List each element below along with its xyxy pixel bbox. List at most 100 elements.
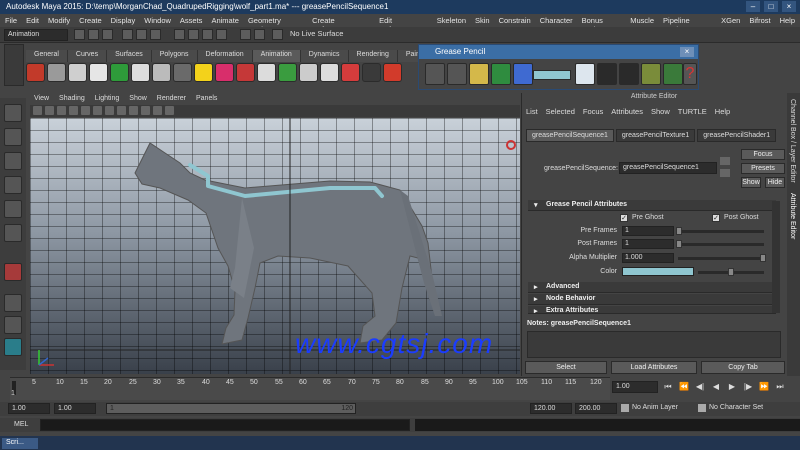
shelf-torus-icon[interactable] bbox=[320, 63, 339, 82]
shelf-sphere-green-icon[interactable] bbox=[110, 63, 129, 82]
shelf-vis-icon[interactable] bbox=[362, 63, 381, 82]
anim-end-field[interactable]: 200.00 bbox=[575, 403, 617, 414]
vp-resolution-icon[interactable] bbox=[153, 106, 162, 115]
menu-constrain[interactable]: Constrain bbox=[499, 16, 531, 25]
taskbar-script-editor-item[interactable]: Scri... bbox=[2, 438, 38, 449]
anim-start-field[interactable]: 1.00 bbox=[8, 403, 50, 414]
alpha-multiplier-slider[interactable] bbox=[678, 257, 764, 260]
ae-select-button[interactable]: Select bbox=[525, 361, 607, 374]
shelf-texture-icon[interactable] bbox=[236, 63, 255, 82]
vp-camera-icon[interactable] bbox=[33, 106, 42, 115]
post-frames-slider[interactable] bbox=[678, 243, 764, 246]
alpha-multiplier-field[interactable]: 1.000 bbox=[622, 253, 674, 263]
menu-bifrost[interactable]: Bifrost bbox=[749, 16, 770, 25]
gp-ghost-icon[interactable] bbox=[641, 63, 661, 85]
select-tool-icon[interactable] bbox=[4, 104, 22, 122]
shelf-tab-surfaces[interactable]: Surfaces bbox=[107, 50, 152, 62]
vp-menu-shading[interactable]: Shading bbox=[59, 95, 85, 105]
menu-animate[interactable]: Animate bbox=[211, 16, 239, 25]
shelf-tab-dynamics[interactable]: Dynamics bbox=[300, 50, 349, 62]
vp-menu-view[interactable]: View bbox=[34, 95, 49, 105]
gp-frame-marker-icon[interactable] bbox=[506, 140, 516, 150]
snap-grid-icon[interactable] bbox=[174, 29, 185, 40]
grease-pencil-close-button[interactable]: × bbox=[680, 47, 694, 57]
mel-label[interactable]: MEL bbox=[14, 421, 28, 428]
render-icon[interactable] bbox=[254, 29, 265, 40]
menu-create-deformers[interactable]: Create Deformers bbox=[312, 16, 370, 34]
gp-color-swatch[interactable] bbox=[533, 70, 571, 80]
menu-modify[interactable]: Modify bbox=[48, 16, 70, 25]
vp-texture-icon[interactable] bbox=[93, 106, 102, 115]
color-swatch[interactable] bbox=[622, 267, 694, 276]
ae-menu-turtle[interactable]: TURTLE bbox=[678, 107, 707, 116]
menu-muscle[interactable]: Muscle bbox=[630, 16, 654, 25]
gp-next-frame-icon[interactable] bbox=[619, 63, 639, 85]
section-advanced[interactable]: ▸ Advanced bbox=[528, 282, 776, 293]
gp-import-icon[interactable] bbox=[447, 63, 467, 85]
last-tool-icon[interactable] bbox=[4, 263, 22, 281]
pre-frames-slider[interactable] bbox=[678, 230, 764, 233]
go-to-end-icon[interactable]: ⏭ bbox=[774, 381, 786, 393]
rotate-tool-icon[interactable] bbox=[4, 200, 22, 218]
shelf-light-icon[interactable] bbox=[194, 63, 213, 82]
single-pane-icon[interactable] bbox=[4, 294, 22, 312]
post-frames-slider-knob[interactable] bbox=[676, 240, 682, 248]
gp-ghost-post-icon[interactable] bbox=[663, 63, 683, 85]
select-component-icon[interactable] bbox=[150, 29, 161, 40]
shelf-green-icon[interactable] bbox=[278, 63, 297, 82]
vp-shadow-icon[interactable] bbox=[117, 106, 126, 115]
menu-bonus-tools[interactable]: Bonus Tools bbox=[582, 16, 622, 34]
shelf-paint-icon[interactable] bbox=[26, 63, 45, 82]
ae-load-attributes-button[interactable]: Load Attributes bbox=[611, 361, 697, 374]
shelf-sphere-light-icon[interactable] bbox=[89, 63, 108, 82]
snap-curve-icon[interactable] bbox=[188, 29, 199, 40]
ae-show-button[interactable]: Show bbox=[741, 177, 761, 188]
magnet-icon[interactable] bbox=[272, 29, 283, 40]
color-slider-knob[interactable] bbox=[728, 268, 734, 276]
mel-command-input[interactable] bbox=[40, 419, 410, 431]
snap-point-icon[interactable] bbox=[202, 29, 213, 40]
menu-xgen[interactable]: XGen bbox=[721, 16, 740, 25]
time-slider[interactable]: 1 5 10 15 20 25 30 35 40 45 50 55 60 65 … bbox=[10, 377, 610, 400]
outliner-icon[interactable] bbox=[4, 338, 22, 356]
four-pane-icon[interactable] bbox=[4, 316, 22, 334]
move-tool-icon[interactable] bbox=[4, 176, 22, 194]
vp-menu-panels[interactable]: Panels bbox=[196, 95, 217, 105]
gp-add-frame-icon[interactable] bbox=[425, 63, 445, 85]
vp-menu-renderer[interactable]: Renderer bbox=[157, 95, 186, 105]
save-scene-icon[interactable] bbox=[102, 29, 113, 40]
menu-assets[interactable]: Assets bbox=[180, 16, 203, 25]
ae-menu-show[interactable]: Show bbox=[651, 107, 670, 116]
ae-menu-selected[interactable]: Selected bbox=[546, 107, 575, 116]
gp-marker-icon[interactable] bbox=[491, 63, 511, 85]
vp-xray-icon[interactable] bbox=[129, 106, 138, 115]
post-frames-field[interactable]: 1 bbox=[622, 239, 674, 249]
maximize-button[interactable]: □ bbox=[764, 1, 778, 12]
shelf-sphere-shaded-icon[interactable] bbox=[131, 63, 150, 82]
scale-tool-icon[interactable] bbox=[4, 224, 22, 242]
menu-edit[interactable]: Edit bbox=[26, 16, 39, 25]
shelf-tab-rendering[interactable]: Rendering bbox=[348, 50, 398, 62]
ae-tab-texture[interactable]: greasePencilTexture1 bbox=[615, 129, 696, 142]
play-forward-icon[interactable]: ▶ bbox=[726, 381, 738, 393]
gp-pencil-icon[interactable] bbox=[469, 63, 489, 85]
ae-notes-field[interactable] bbox=[527, 331, 781, 358]
ae-tab-shader[interactable]: greasePencilShader1 bbox=[697, 129, 777, 142]
playback-end-field[interactable]: 120.00 bbox=[530, 403, 572, 414]
shelf-tab-deformation[interactable]: Deformation bbox=[197, 50, 253, 62]
grease-pencil-title[interactable]: Grease Pencil bbox=[419, 45, 698, 59]
snap-surface-icon[interactable] bbox=[216, 29, 227, 40]
new-scene-icon[interactable] bbox=[74, 29, 85, 40]
vp-isolate-icon[interactable] bbox=[141, 106, 150, 115]
post-ghost-checkbox[interactable]: ✓ bbox=[712, 214, 720, 222]
character-set-dropdown[interactable]: No Character Set bbox=[709, 404, 763, 411]
shelf-grid-icon[interactable] bbox=[173, 63, 192, 82]
range-slider-track[interactable]: 1 120 bbox=[106, 403, 356, 414]
ae-node-name-field[interactable]: greasePencilSequence1 bbox=[619, 162, 717, 174]
shelf-sphere-icon[interactable] bbox=[47, 63, 66, 82]
menu-create[interactable]: Create bbox=[79, 16, 102, 25]
alpha-multiplier-slider-knob[interactable] bbox=[760, 254, 766, 262]
shelf-eye-icon[interactable] bbox=[299, 63, 318, 82]
shelf-shader-icon[interactable] bbox=[257, 63, 276, 82]
pre-frames-field[interactable]: 1 bbox=[622, 226, 674, 236]
